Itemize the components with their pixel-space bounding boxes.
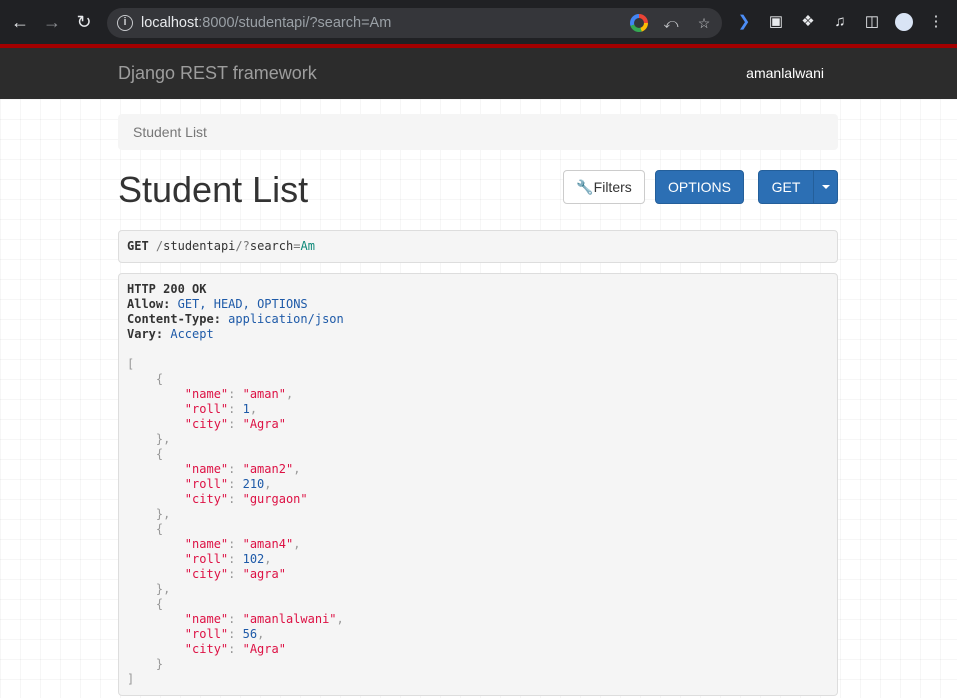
student-name: "aman4" — [242, 537, 294, 551]
student-city: "Agra" — [242, 417, 286, 431]
page-title: Student List — [118, 169, 309, 210]
student-name: "aman" — [242, 387, 286, 401]
media-queue-icon[interactable]: ♫ — [831, 13, 849, 31]
breadcrumb-item[interactable]: Student List — [133, 124, 207, 140]
student-city: "gurgaon" — [242, 492, 308, 506]
menu-dots-icon[interactable]: ⋮ — [927, 13, 945, 31]
breadcrumb: Student List — [118, 114, 838, 150]
caret-down-icon — [822, 185, 830, 189]
filters-button[interactable]: 🔧Filters — [563, 170, 645, 204]
request-path[interactable]: studentapi — [163, 239, 235, 253]
profile-avatar[interactable] — [895, 13, 913, 31]
response-status: HTTP 200 OK — [127, 282, 207, 296]
extension-image-icon[interactable]: ▣ — [767, 13, 785, 31]
side-panel-icon[interactable]: ◫ — [863, 13, 881, 31]
student-roll: 1 — [242, 402, 250, 416]
options-button[interactable]: OPTIONS — [655, 170, 744, 204]
arrow-right-icon[interactable]: → — [42, 12, 62, 32]
student-roll: 56 — [242, 627, 258, 641]
student-roll: 210 — [242, 477, 265, 491]
request-info: GET /studentapi/?search=Am — [118, 230, 838, 263]
share-icon[interactable]: ⤺ — [662, 14, 680, 32]
google-icon[interactable] — [630, 14, 648, 32]
brand-link[interactable]: Django REST framework — [118, 63, 317, 84]
user-menu[interactable]: amanlalwani — [746, 65, 824, 81]
student-name: "aman2" — [242, 462, 294, 476]
response-info: HTTP 200 OK Allow: GET, HEAD, OPTIONS Co… — [118, 273, 838, 696]
reload-icon[interactable]: ↻ — [74, 12, 94, 32]
get-button[interactable]: GET — [758, 170, 814, 204]
address-url[interactable]: localhost:8000/studentapi/?search=Am — [141, 14, 391, 32]
get-format-dropdown[interactable] — [813, 170, 838, 204]
student-roll: 102 — [242, 552, 265, 566]
extensions-puzzle-icon[interactable]: ❖ — [799, 13, 817, 31]
request-method: GET — [127, 239, 149, 253]
navbar: Django REST framework amanlalwani — [0, 48, 957, 99]
extension-wave-icon[interactable]: ❯ — [735, 13, 753, 31]
bookmark-star-icon[interactable]: ☆ — [695, 14, 713, 32]
student-city: "agra" — [242, 567, 286, 581]
browser-toolbar: ← → ↻ i localhost:8000/studentapi/?searc… — [0, 0, 957, 44]
student-name: "amanlalwani" — [242, 612, 337, 626]
wrench-icon: 🔧 — [576, 179, 594, 195]
arrow-left-icon[interactable]: ← — [10, 12, 30, 32]
page-content: Student List Student List 🔧Filters OPTIO… — [0, 99, 957, 698]
info-icon[interactable]: i — [117, 15, 133, 31]
student-city: "Agra" — [242, 642, 286, 656]
